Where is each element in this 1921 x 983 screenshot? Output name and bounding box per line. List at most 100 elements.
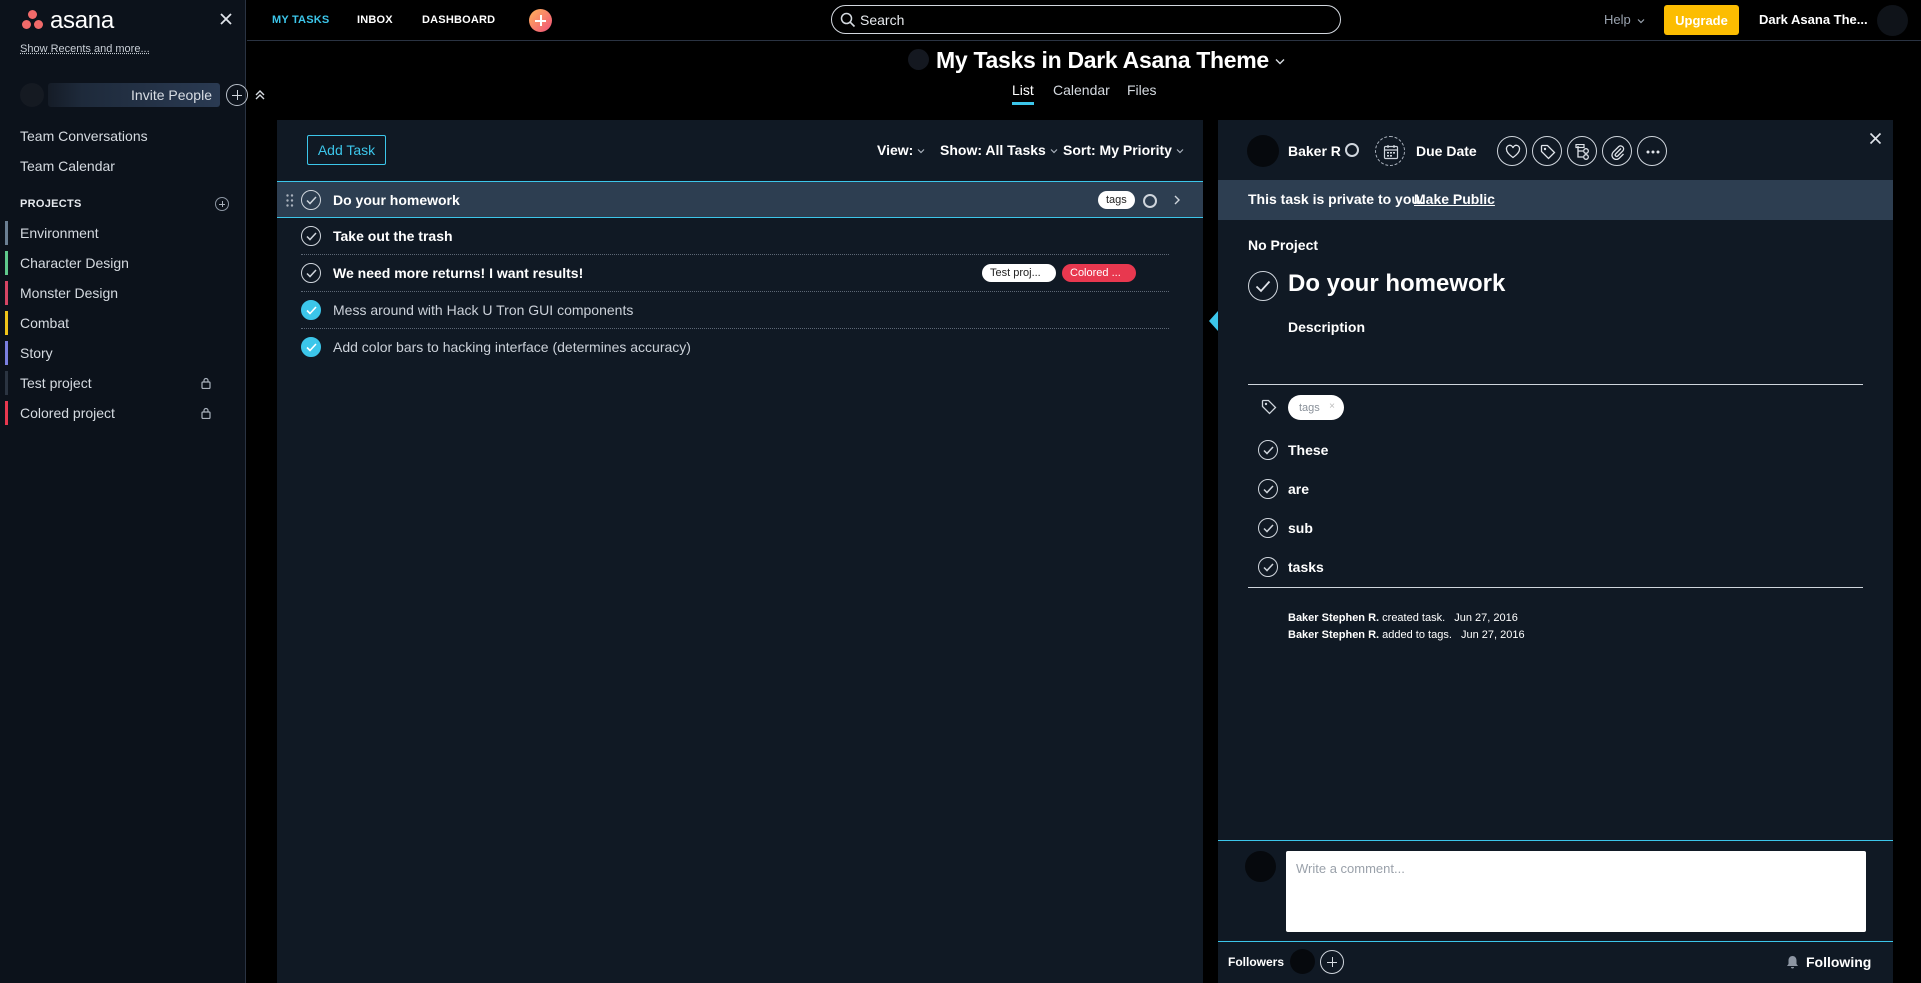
subtask-row[interactable]: These [1258,440,1858,462]
subtask-button[interactable] [1567,136,1597,166]
drag-handle-icon[interactable] [286,194,294,207]
follower-avatar[interactable] [1290,949,1315,974]
workspace-switcher[interactable]: Dark Asana The... [1759,12,1868,27]
subtask-name[interactable]: are [1288,481,1309,497]
subtask-name[interactable]: sub [1288,520,1313,536]
sidebar-item-monster-design[interactable]: Monster Design [0,281,230,305]
project-selector[interactable]: No Project [1248,237,1318,253]
asana-logo[interactable]: asana [20,7,114,35]
nav-dashboard[interactable]: DASHBOARD [422,14,495,26]
more-actions-button[interactable] [1637,136,1667,166]
tag-pill[interactable]: tags [1098,191,1135,209]
attach-button[interactable] [1602,136,1632,166]
like-button[interactable] [1497,136,1527,166]
sidebar-item-team-calendar[interactable]: Team Calendar [20,158,115,174]
sidebar-item-test-project[interactable]: Test project [0,371,230,395]
tab-files[interactable]: Files [1127,82,1157,98]
show-recents-link[interactable]: Show Recents and more... [20,43,150,55]
view-filter-dropdown[interactable]: View: [877,142,925,158]
tab-calendar[interactable]: Calendar [1053,82,1110,98]
remove-tag-icon[interactable]: × [1329,401,1335,412]
projects-heading: PROJECTS [20,198,82,210]
task-name[interactable]: We need more returns! I want results! [333,265,583,281]
tab-list[interactable]: List [1012,82,1034,98]
upgrade-button[interactable]: Upgrade [1664,5,1739,35]
sidebar-item-colored-project[interactable]: Colored project [0,401,230,425]
private-notice: This task is private to you. [1248,191,1424,207]
story-actor[interactable]: Baker Stephen R. [1288,629,1379,641]
make-public-link[interactable]: Make Public [1414,191,1495,207]
story-date: Jun 27, 2016 [1460,629,1525,641]
chevron-right-icon[interactable] [1173,194,1181,206]
task-complete-checkbox[interactable] [301,337,321,357]
task-complete-checkbox[interactable] [301,263,321,283]
subtask-row[interactable]: are [1258,479,1858,501]
sidebar-item-team-conversations[interactable]: Team Conversations [20,128,148,144]
subtask-checkbox[interactable] [1258,518,1278,538]
add-project-icon[interactable] [215,197,229,211]
nav-inbox[interactable]: INBOX [357,14,393,26]
task-name[interactable]: Take out the trash [333,228,453,244]
assignee-icon[interactable] [1143,194,1157,208]
task-complete-checkbox[interactable] [301,190,321,210]
mark-complete-checkbox[interactable] [1248,271,1278,301]
help-menu[interactable]: Help [1604,12,1645,27]
following-toggle[interactable]: Following [1786,954,1871,970]
comment-input[interactable] [1286,851,1866,932]
task-row[interactable]: Take out the trash [277,218,1203,255]
subtask-checkbox[interactable] [1258,440,1278,460]
add-follower-button[interactable] [1320,950,1344,974]
asana-logo-icon [20,10,45,32]
subtask-row[interactable]: tasks [1258,557,1858,579]
project-color-bar [5,221,8,245]
comment-section: Followers Following [1218,840,1893,983]
project-pill-colored[interactable]: Colored ... [1062,264,1136,282]
sidebar-item-character-design[interactable]: Character Design [0,251,230,275]
nav-my-tasks[interactable]: MY TASKS [272,14,329,26]
description-field[interactable]: Description [1288,319,1365,335]
assignee-avatar[interactable] [1247,135,1279,167]
assignee-name[interactable]: Baker R [1288,143,1341,159]
avatar[interactable] [20,83,44,107]
tag-button[interactable] [1532,136,1562,166]
subtask-checkbox[interactable] [1258,557,1278,577]
task-row[interactable]: Add color bars to hacking interface (det… [277,329,1203,366]
task-complete-checkbox[interactable] [301,300,321,320]
task-row[interactable]: We need more returns! I want results! Te… [277,255,1203,292]
chevron-down-icon [1637,18,1645,23]
search-bar[interactable] [831,5,1341,34]
due-date-label[interactable]: Due Date [1416,143,1477,159]
subtask-checkbox[interactable] [1258,479,1278,499]
add-member-icon[interactable] [226,84,248,106]
task-name[interactable]: Mess around with Hack U Tron GUI compone… [333,302,633,318]
subtask-name[interactable]: These [1288,442,1328,458]
task-complete-checkbox[interactable] [301,226,321,246]
tag-pill[interactable]: tags × [1288,395,1344,420]
chevron-down-icon[interactable] [1275,58,1285,65]
invite-people-button[interactable]: Invite People [48,83,220,107]
close-sidebar-icon[interactable] [219,12,233,26]
story-actor[interactable]: Baker Stephen R. [1288,612,1379,624]
bell-icon [1787,956,1798,969]
subtask-row[interactable]: sub [1258,518,1858,540]
show-filter-dropdown[interactable]: Show: All Tasks [940,142,1058,158]
quick-add-button[interactable] [529,9,552,32]
task-name[interactable]: Do your homework [333,192,460,208]
task-name[interactable]: Add color bars to hacking interface (det… [333,339,691,355]
search-input[interactable] [860,11,1320,29]
sort-dropdown[interactable]: Sort: My Priority [1063,142,1184,158]
subtask-name[interactable]: tasks [1288,559,1324,575]
user-avatar[interactable] [1877,5,1908,36]
task-row[interactable]: Mess around with Hack U Tron GUI compone… [277,292,1203,329]
project-pill-test[interactable]: Test proj... [982,264,1056,282]
due-date-button[interactable] [1375,136,1405,166]
sort-label: Sort: My Priority [1063,142,1172,158]
sidebar-item-story[interactable]: Story [0,341,230,365]
task-title[interactable]: Do your homework [1288,270,1505,298]
add-task-button[interactable]: Add Task [307,135,386,165]
collapse-up-icon[interactable] [254,89,266,101]
task-row[interactable]: Do your homework tags [277,181,1203,218]
close-icon[interactable] [1869,132,1882,145]
sidebar-item-combat[interactable]: Combat [0,311,230,335]
sidebar-item-environment[interactable]: Environment [0,221,230,245]
